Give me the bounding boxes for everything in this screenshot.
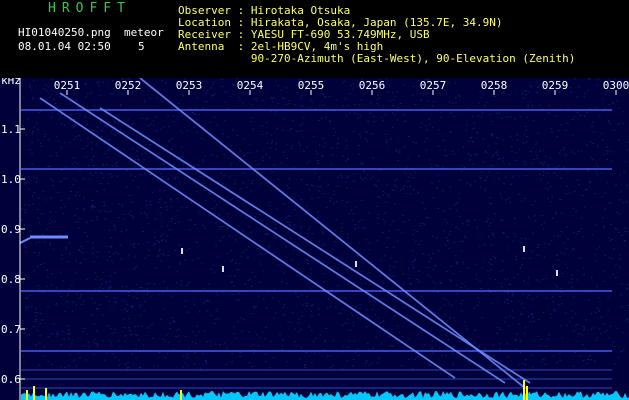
- image-filename: HI01040250.png: [18, 26, 111, 39]
- spectrogram-background: [0, 78, 629, 400]
- receiver-line: Receiver : YAESU FT-690 53.749MHz, USB: [178, 28, 430, 41]
- time-tick-label: 0251: [54, 79, 81, 92]
- meteor-echo: [181, 248, 183, 254]
- freq-tick-label: 1.1: [1, 123, 21, 136]
- freq-tick-label: 0.9: [1, 223, 21, 236]
- meteor-spike: [26, 390, 28, 400]
- meteor-count-label: meteor: [124, 26, 164, 39]
- meteor-echo: [556, 270, 558, 276]
- time-tick-label: 0257: [420, 79, 447, 92]
- antenna-line: Antenna : 2el-HB9CV, 4m's high: [178, 40, 384, 53]
- freq-tick-label: 0.6: [1, 373, 21, 386]
- meteor-echo: [523, 246, 525, 252]
- observer-line: Observer : Hirotaka Otsuka: [178, 4, 351, 17]
- meteor-spike: [523, 380, 525, 400]
- meteor-count-value: 5: [138, 40, 145, 53]
- location-line: Location : Hirakata, Osaka, Japan (135.7…: [178, 16, 503, 29]
- time-tick-label: 0259: [542, 79, 569, 92]
- meteor-spike: [526, 386, 528, 400]
- time-tick-label: 0254: [237, 79, 264, 92]
- time-tick-label: 0252: [115, 79, 142, 92]
- spectrogram-canvas: kHz 0251 0252 0253 0254 0255 0256 0257 0258 0259…: [0, 78, 629, 400]
- spectrogram-plot: kHz 0251 0252 0253 0254 0255 0256 0257 0258 0259…: [0, 78, 629, 400]
- hrofft-logo: HROFFT: [48, 1, 131, 16]
- freq-unit-label: kHz: [1, 78, 21, 87]
- freq-tick-label: 0.8: [1, 273, 21, 286]
- meteor-spike: [45, 388, 47, 400]
- antenna-direction-line: 90-270-Azimuth (East-West), 90-Elevation…: [178, 52, 576, 65]
- meteor-spike: [33, 386, 35, 400]
- time-tick-label: 0300: [603, 79, 629, 92]
- meteor-spike: [180, 390, 182, 400]
- meteor-echo: [355, 261, 357, 267]
- time-tick-label: 0253: [176, 79, 203, 92]
- freq-tick-label: 1.0: [1, 173, 21, 186]
- meteor-echo: [222, 266, 224, 272]
- freq-tick-label: 0.7: [1, 323, 21, 336]
- header-panel: HROFFT HI01040250.png 08.01.04 02:50 met…: [0, 0, 629, 78]
- time-tick-label: 0255: [298, 79, 325, 92]
- time-tick-label: 0258: [481, 79, 508, 92]
- observation-datetime: 08.01.04 02:50: [18, 40, 111, 53]
- time-tick-label: 0256: [359, 79, 386, 92]
